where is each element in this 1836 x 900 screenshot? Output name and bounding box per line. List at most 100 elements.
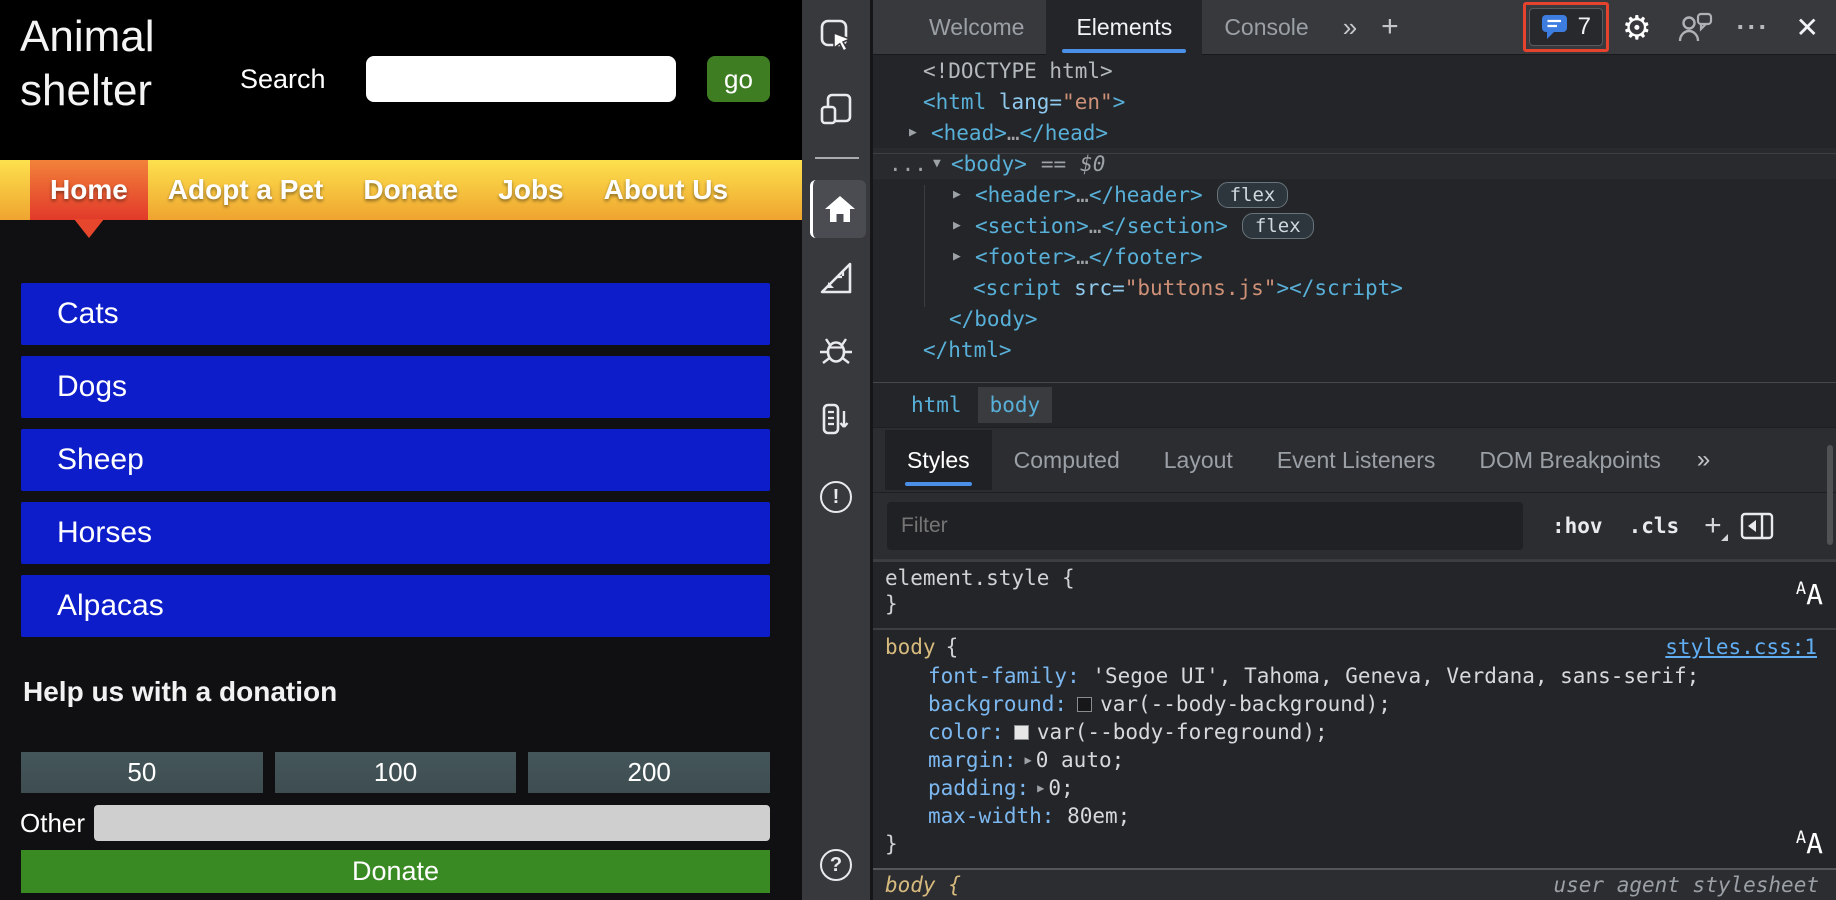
tab-dom-breakpoints[interactable]: DOM Breakpoints bbox=[1457, 430, 1683, 490]
body-rule-selector-line[interactable]: body { styles.css:1 bbox=[873, 632, 1836, 662]
tag-token: <header> bbox=[975, 182, 1077, 207]
nav-item-donate[interactable]: Donate bbox=[343, 160, 478, 220]
expanded-arrow-icon[interactable]: ▼ bbox=[933, 156, 951, 171]
issues-alert-icon[interactable]: ! bbox=[814, 475, 858, 519]
tab-styles[interactable]: Styles bbox=[885, 430, 992, 490]
tab-elements[interactable]: Elements bbox=[1046, 0, 1203, 55]
preset-100-button[interactable]: 100 bbox=[274, 752, 517, 793]
collapsed-arrow-icon[interactable]: ▶ bbox=[909, 125, 931, 140]
color-swatch-light[interactable] bbox=[1013, 724, 1029, 740]
close-devtools-icon[interactable]: ✕ bbox=[1782, 11, 1833, 44]
css-property-background[interactable]: background: var(--body-background); bbox=[873, 690, 1836, 718]
issues-count: 7 bbox=[1577, 13, 1591, 40]
dom-node-html-close[interactable]: </html> bbox=[873, 334, 1836, 365]
expand-shorthand-icon[interactable]: ▶ bbox=[1037, 781, 1044, 795]
stylesheet-source-link[interactable]: styles.css:1 bbox=[1665, 632, 1817, 662]
dom-node-body-close[interactable]: </body> bbox=[873, 303, 1836, 334]
css-property-color[interactable]: color: var(--body-foreground); bbox=[873, 718, 1836, 746]
collapsed-arrow-icon[interactable]: ▶ bbox=[953, 187, 975, 202]
attr-value-token: "en" bbox=[1062, 89, 1113, 114]
category-list: Cats Dogs Sheep Horses Alpacas bbox=[21, 283, 770, 637]
preset-50-button[interactable]: 50 bbox=[21, 752, 263, 793]
dom-node-doctype[interactable]: <!DOCTYPE html> bbox=[873, 55, 1836, 86]
css-property-font-family[interactable]: font-family: 'Segoe UI', Tahoma, Geneva,… bbox=[873, 662, 1836, 690]
donation-presets: 50 100 200 bbox=[21, 752, 771, 793]
category-button-dogs[interactable]: Dogs bbox=[21, 356, 770, 418]
tag-token: <script bbox=[973, 275, 1062, 300]
device-emulation-icon[interactable] bbox=[814, 88, 858, 132]
search-go-button[interactable]: go bbox=[707, 56, 770, 102]
collapsed-arrow-icon[interactable]: ▶ bbox=[953, 218, 975, 233]
help-icon[interactable]: ? bbox=[814, 843, 858, 887]
help-glyph: ? bbox=[829, 853, 843, 876]
home-panel-button[interactable] bbox=[810, 180, 866, 238]
body-rule-close-brace: } bbox=[885, 832, 898, 856]
more-panels-icon[interactable]: » bbox=[1683, 446, 1724, 474]
dom-node-head[interactable]: ▶ <head>… </head> bbox=[873, 117, 1836, 148]
feedback-people-icon[interactable] bbox=[1665, 11, 1725, 43]
tag-token: </footer> bbox=[1088, 244, 1203, 269]
tab-layout[interactable]: Layout bbox=[1142, 430, 1255, 490]
flex-badge[interactable]: flex bbox=[1241, 212, 1314, 239]
doctype-token: <!DOCTYPE html> bbox=[923, 58, 1113, 83]
add-tab-icon[interactable]: + bbox=[1369, 10, 1411, 44]
tab-welcome[interactable]: Welcome bbox=[907, 0, 1046, 55]
flex-badge[interactable]: flex bbox=[1216, 181, 1289, 208]
category-button-horses[interactable]: Horses bbox=[21, 502, 770, 564]
collapsed-arrow-icon[interactable]: ▶ bbox=[953, 249, 975, 264]
category-button-alpacas[interactable]: Alpacas bbox=[21, 575, 770, 637]
font-size-toggle-icon[interactable]: AA bbox=[1796, 827, 1823, 860]
dom-node-header[interactable]: ▶ <header>… </header> flex bbox=[873, 179, 1836, 210]
dom-node-html-open[interactable]: <html lang= "en" > bbox=[873, 86, 1836, 117]
large-a: A bbox=[1806, 578, 1823, 611]
dom-node-footer[interactable]: ▶ <footer>… </footer> bbox=[873, 241, 1836, 272]
pseudo-state-toggle[interactable]: :hov bbox=[1539, 514, 1616, 538]
tab-event-listeners[interactable]: Event Listeners bbox=[1255, 430, 1458, 490]
breadcrumb-body[interactable]: body bbox=[977, 387, 1053, 423]
issues-counter-button[interactable]: 7 bbox=[1528, 8, 1603, 46]
class-toggle[interactable]: .cls bbox=[1616, 514, 1693, 538]
search-input[interactable] bbox=[366, 56, 676, 102]
breadcrumb-html[interactable]: html bbox=[899, 387, 974, 423]
tab-console[interactable]: Console bbox=[1202, 0, 1330, 55]
small-a: A bbox=[1795, 579, 1807, 599]
network-conditions-icon[interactable] bbox=[814, 398, 858, 442]
styles-filter-input[interactable] bbox=[887, 502, 1523, 550]
expand-shorthand-icon[interactable]: ▶ bbox=[1025, 753, 1032, 767]
nav-item-jobs[interactable]: Jobs bbox=[478, 160, 583, 220]
property-value: 0 auto; bbox=[1035, 748, 1125, 772]
new-style-rule-button[interactable]: + bbox=[1692, 509, 1734, 543]
active-tab-arrow bbox=[73, 219, 104, 238]
dom-node-section[interactable]: ▶ <section>… </section> flex bbox=[873, 210, 1836, 241]
preset-200-button[interactable]: 200 bbox=[528, 752, 771, 793]
tab-computed[interactable]: Computed bbox=[992, 430, 1142, 490]
element-style-close-brace[interactable]: } bbox=[873, 591, 1836, 617]
toggle-sidebar-icon[interactable] bbox=[1740, 512, 1774, 540]
more-tabs-icon[interactable]: » bbox=[1331, 12, 1369, 43]
debug-bug-icon[interactable] bbox=[814, 328, 858, 372]
color-swatch-dark[interactable] bbox=[1077, 696, 1093, 712]
nav-item-label: Donate bbox=[363, 174, 459, 205]
layout-ruler-icon[interactable] bbox=[814, 256, 858, 300]
donate-button[interactable]: Donate bbox=[21, 850, 770, 893]
overflow-menu-icon[interactable]: ··· bbox=[1725, 12, 1782, 43]
element-style-block: element.style { } AA bbox=[873, 560, 1836, 630]
nav-item-label: About Us bbox=[603, 174, 729, 205]
property-value: 80em; bbox=[1067, 804, 1131, 828]
element-style-selector[interactable]: element.style { bbox=[873, 565, 1836, 591]
nav-item-about-us[interactable]: About Us bbox=[584, 160, 748, 220]
css-property-padding[interactable]: padding: ▶ 0; bbox=[873, 774, 1836, 802]
styles-scrollbar-thumb[interactable] bbox=[1827, 445, 1833, 545]
css-property-max-width[interactable]: max-width: 80em; bbox=[873, 802, 1836, 830]
dom-node-script[interactable]: <script src= "buttons.js" > </script> bbox=[873, 272, 1836, 303]
settings-gear-icon[interactable]: ⚙ bbox=[1609, 8, 1665, 47]
nav-item-adopt-a-pet[interactable]: Adopt a Pet bbox=[148, 160, 344, 220]
inspect-element-icon[interactable] bbox=[814, 13, 858, 57]
category-button-cats[interactable]: Cats bbox=[21, 283, 770, 345]
css-property-margin[interactable]: margin: ▶ 0 auto; bbox=[873, 746, 1836, 774]
category-button-sheep[interactable]: Sheep bbox=[21, 429, 770, 491]
other-amount-input[interactable] bbox=[94, 805, 770, 841]
font-size-toggle-icon[interactable]: AA bbox=[1796, 578, 1823, 611]
devtools-panel: Welcome Elements Console » + 7 ⚙ ··· ✕ <… bbox=[872, 0, 1836, 900]
nav-item-home[interactable]: Home bbox=[30, 160, 148, 238]
